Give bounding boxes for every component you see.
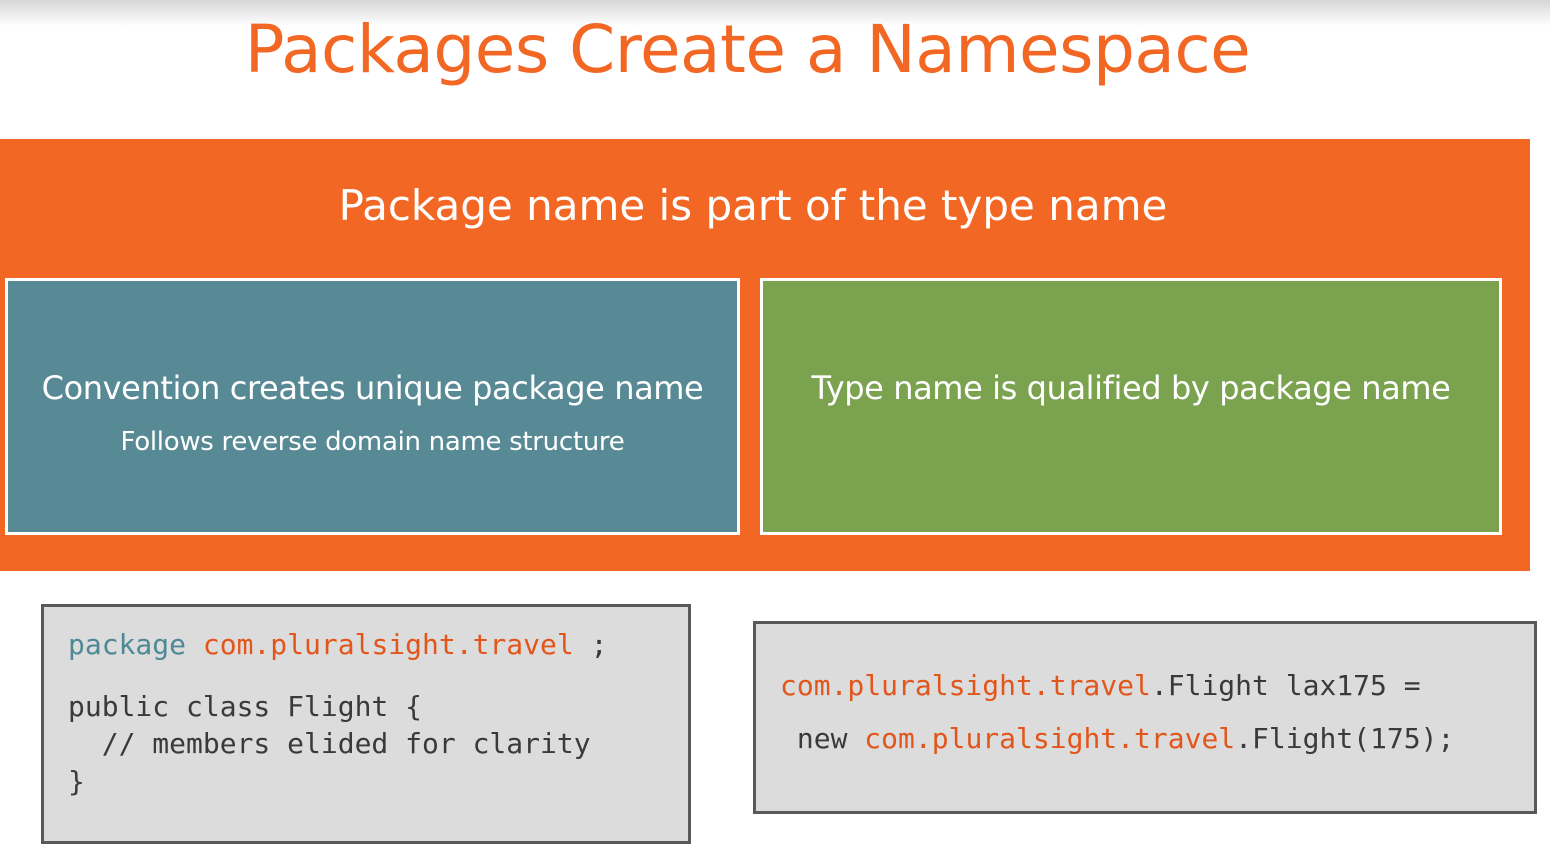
package-declaration-code: package com.pluralsight.travel ; public … bbox=[41, 604, 691, 844]
code-line-declaration: com.pluralsight.travel.Flight lax175 = bbox=[780, 668, 1421, 704]
code-line-comment: // members elided for clarity bbox=[68, 727, 591, 760]
convention-panel-title: Convention creates unique package name bbox=[41, 369, 704, 407]
slide-title: Packages Create a Namespace bbox=[244, 11, 1251, 88]
package-keyword: package bbox=[68, 628, 187, 661]
qualified-name-panel: Type name is qualified by package name bbox=[760, 278, 1502, 535]
statement-terminator: ; bbox=[573, 628, 608, 661]
code-line-package: package com.pluralsight.travel ; bbox=[68, 627, 607, 663]
qualified-package-prefix-new: com.pluralsight.travel bbox=[864, 722, 1236, 755]
convention-panel-subtitle: Follows reverse domain name structure bbox=[120, 427, 625, 457]
banner-heading: Package name is part of the type name bbox=[338, 181, 1168, 230]
qualified-name-panel-title: Type name is qualified by package name bbox=[811, 369, 1451, 407]
qualified-package-prefix: com.pluralsight.travel bbox=[780, 669, 1151, 702]
new-keyword: new bbox=[780, 722, 865, 755]
type-and-variable: .Flight lax175 = bbox=[1150, 669, 1421, 702]
package-name: com.pluralsight.travel bbox=[202, 628, 574, 661]
qualified-type-usage-code: com.pluralsight.travel.Flight lax175 = n… bbox=[753, 621, 1537, 814]
constructor-call: .Flight(175); bbox=[1235, 722, 1455, 755]
code-line-close-brace: } bbox=[68, 765, 85, 798]
code-line-class: public class Flight { bbox=[68, 690, 423, 723]
code-line-instantiation: new com.pluralsight.travel.Flight(175); bbox=[780, 721, 1454, 757]
convention-panel: Convention creates unique package name F… bbox=[5, 278, 740, 535]
